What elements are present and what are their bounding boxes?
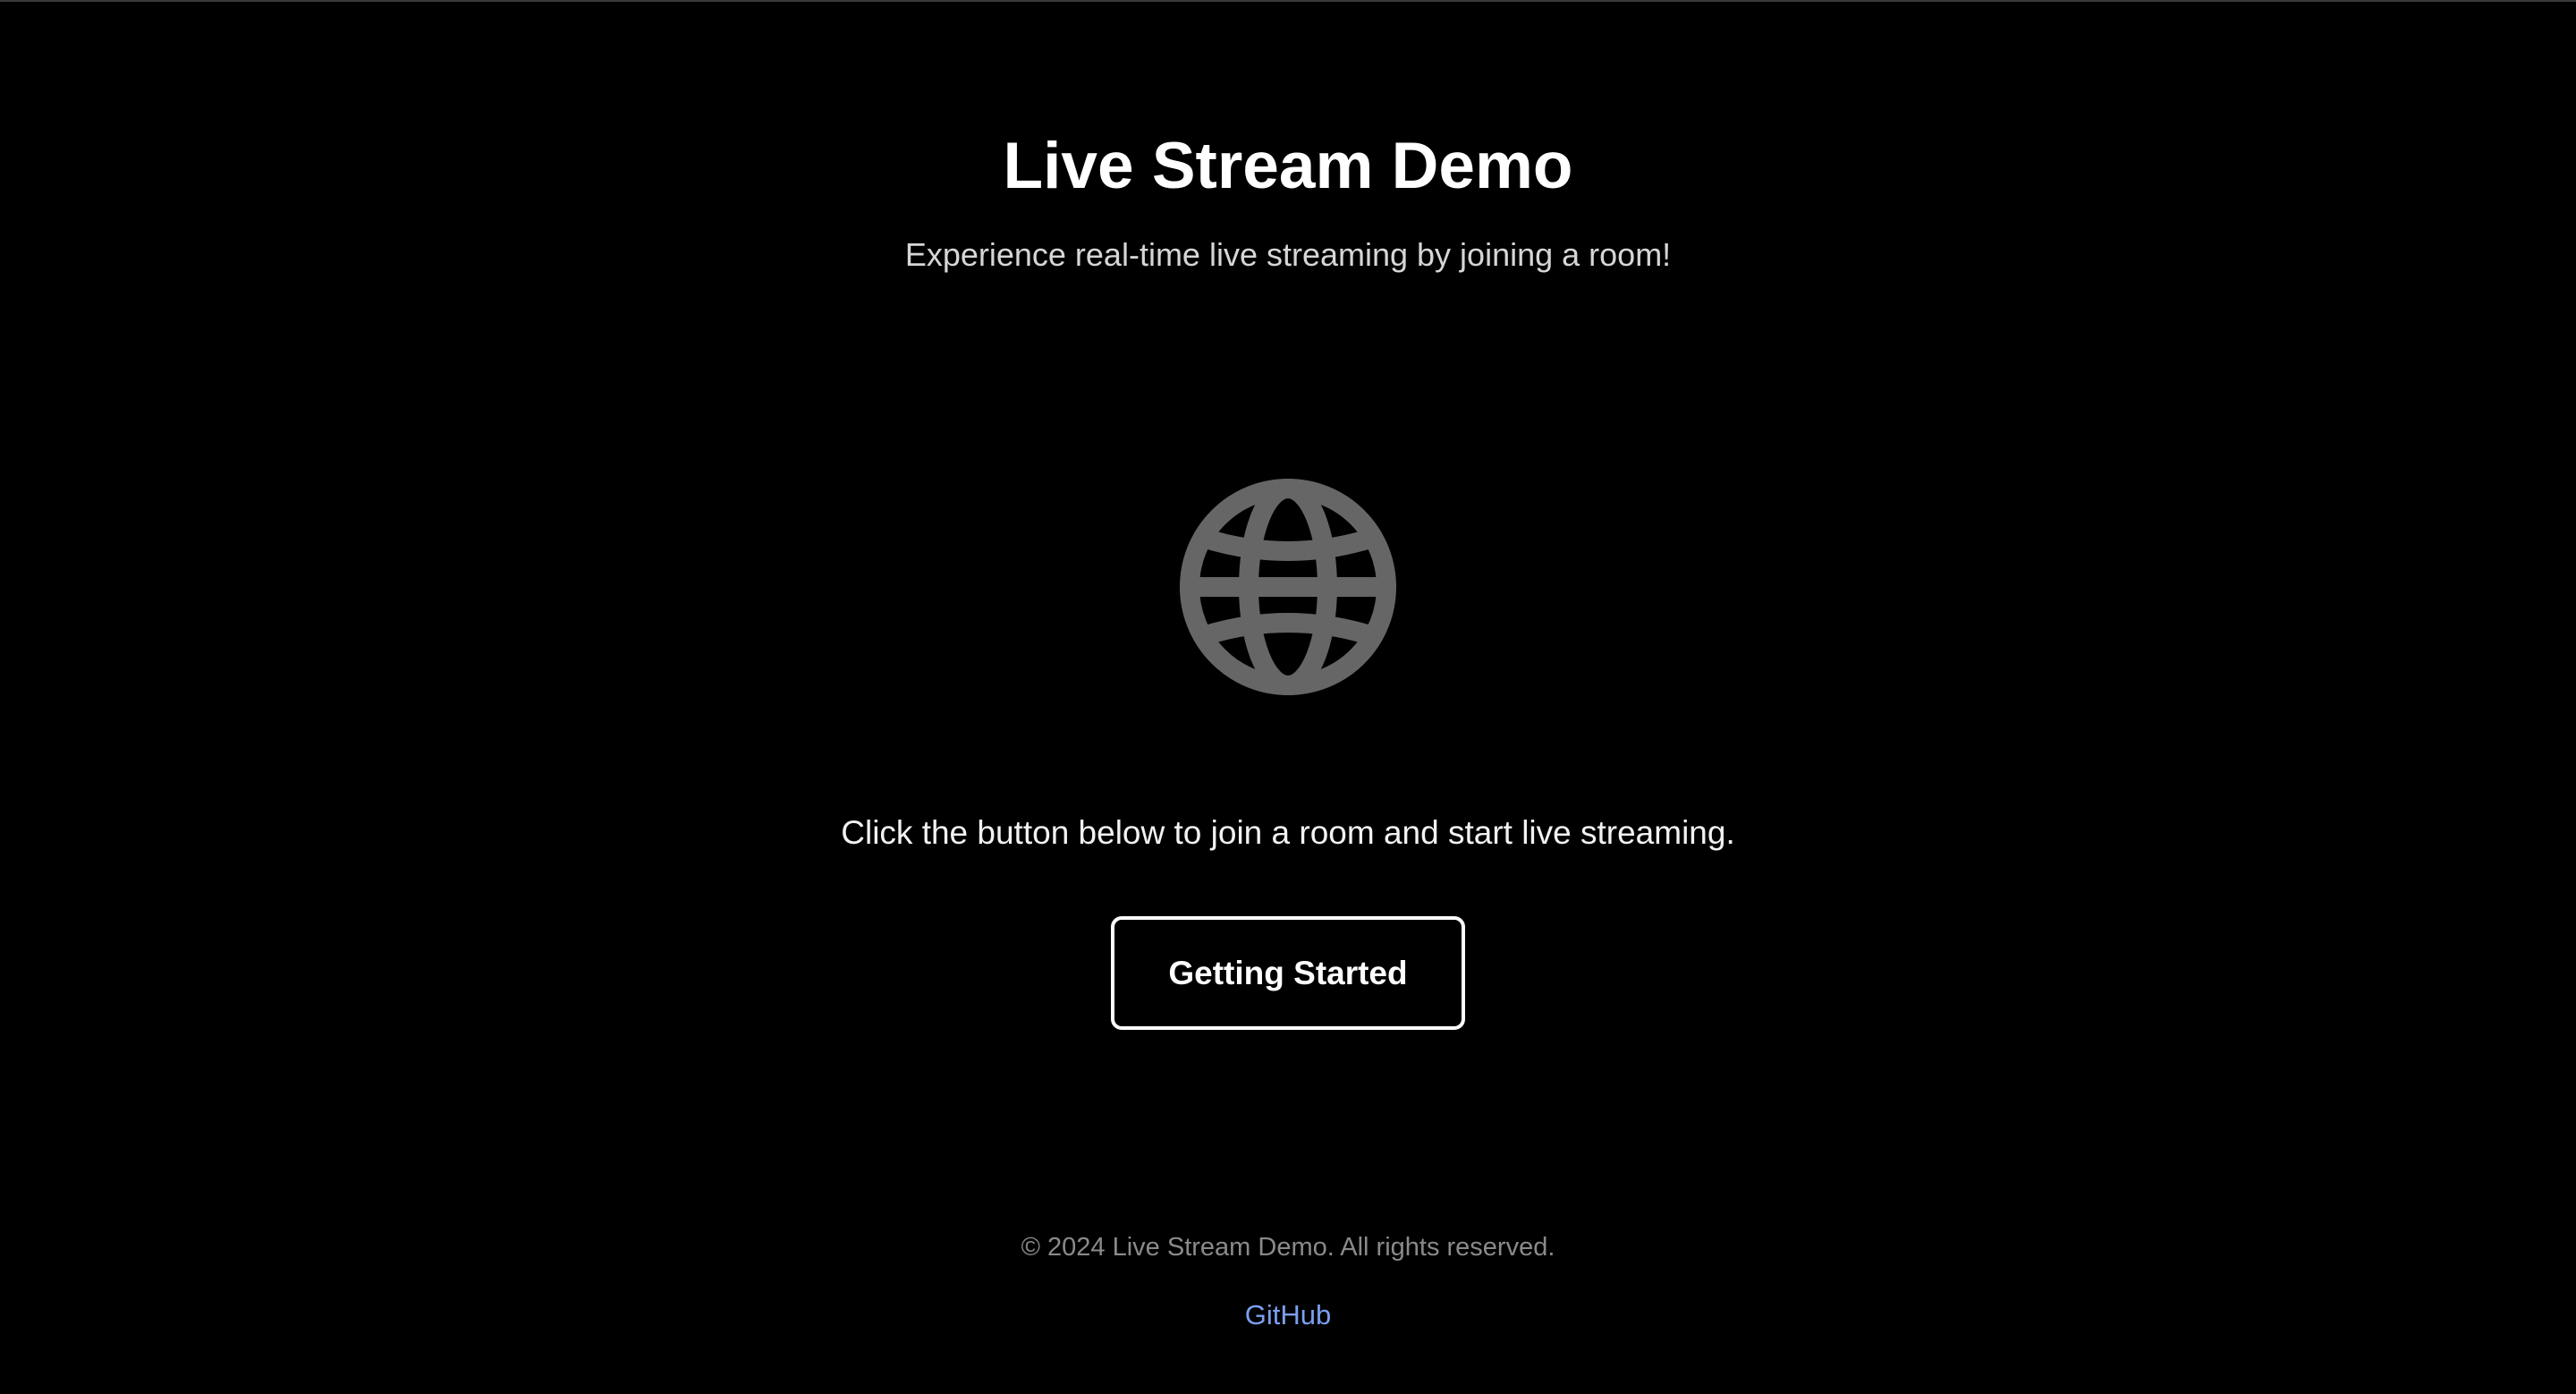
globe-icon	[1180, 479, 1396, 695]
page-subtitle: Experience real-time live streaming by j…	[904, 236, 1672, 273]
getting-started-button[interactable]: Getting Started	[1111, 916, 1465, 1030]
landing-page: Live Stream Demo Experience real-time li…	[0, 0, 2576, 1394]
github-link[interactable]: GitHub	[0, 1296, 2576, 1335]
page-title: Live Stream Demo	[1003, 130, 1573, 202]
instruction-text: Click the button below to join a room an…	[841, 814, 1735, 851]
window-top-border	[0, 0, 2576, 2]
footer-copyright: © 2024 Live Stream Demo. All rights rese…	[1021, 1233, 1555, 1262]
